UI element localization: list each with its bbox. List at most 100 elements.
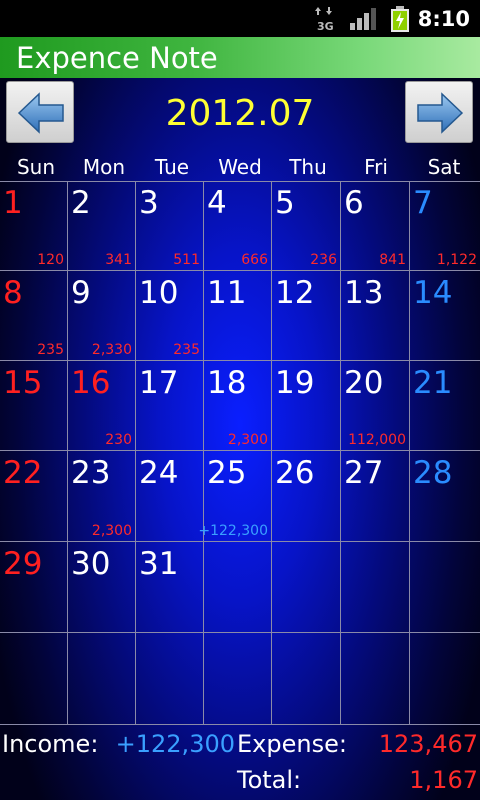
battery-charging-icon bbox=[391, 6, 409, 32]
calendar-day-cell[interactable]: 23 2,300 bbox=[68, 451, 136, 542]
day-number: 13 bbox=[344, 275, 384, 311]
calendar-day-cell[interactable] bbox=[272, 633, 341, 725]
calendar-day-cell[interactable] bbox=[410, 633, 480, 725]
status-time: 8:10 bbox=[417, 7, 470, 31]
day-number: 24 bbox=[139, 455, 179, 491]
calendar-day-cell[interactable] bbox=[68, 633, 136, 725]
calendar-day-cell[interactable]: 21 bbox=[410, 361, 480, 451]
calendar-day-cell[interactable]: 17 bbox=[136, 361, 204, 451]
day-number: 7 bbox=[413, 185, 433, 221]
calendar-day-cell[interactable]: 25 +122,300 bbox=[198, 451, 272, 542]
calendar-day-cell[interactable]: 6 841 bbox=[341, 181, 410, 271]
day-expense-amount: 666 bbox=[241, 252, 268, 268]
svg-text:3G: 3G bbox=[317, 20, 334, 32]
calendar-day-cell[interactable]: 11 bbox=[204, 271, 272, 361]
day-number: 1 bbox=[3, 185, 23, 221]
day-number: 16 bbox=[71, 365, 111, 401]
day-income-amount: +122,300 bbox=[198, 523, 268, 539]
calendar-day-cell[interactable]: 7 1,122 bbox=[410, 181, 480, 271]
current-month: 2012.07 bbox=[165, 93, 315, 134]
day-number: 10 bbox=[139, 275, 179, 311]
day-number: 9 bbox=[71, 275, 91, 311]
day-number: 23 bbox=[71, 455, 111, 491]
calendar-day-cell[interactable] bbox=[204, 633, 272, 725]
day-expense-amount: 1,122 bbox=[436, 252, 477, 268]
total-value: 1,167 bbox=[409, 766, 478, 794]
day-number: 2 bbox=[71, 185, 91, 221]
day-expense-amount: 235 bbox=[37, 342, 64, 358]
calendar-day-cell[interactable]: 31 bbox=[136, 542, 204, 633]
weekday-label: Sat bbox=[427, 155, 461, 179]
calendar-day-cell[interactable]: 29 bbox=[0, 542, 68, 633]
day-number: 27 bbox=[344, 455, 384, 491]
day-number: 14 bbox=[413, 275, 453, 311]
calendar-day-cell[interactable]: 26 bbox=[272, 451, 341, 542]
calendar-day-cell[interactable]: 19 bbox=[272, 361, 341, 451]
calendar-day-cell[interactable]: 16 230 bbox=[68, 361, 136, 451]
calendar-day-cell[interactable]: 30 bbox=[68, 542, 136, 633]
calendar-day-cell[interactable] bbox=[341, 633, 410, 725]
app-title: Expence Note bbox=[16, 41, 218, 75]
expense-label: Expense: bbox=[237, 730, 347, 758]
calendar-day-cell[interactable]: 14 bbox=[410, 271, 480, 361]
calendar-day-cell[interactable] bbox=[272, 542, 341, 633]
day-expense-amount: 2,300 bbox=[91, 523, 132, 539]
calendar-day-cell[interactable]: 3 511 bbox=[136, 181, 204, 271]
calendar-day-cell[interactable]: 24 bbox=[136, 451, 204, 542]
day-expense-amount: 236 bbox=[310, 252, 337, 268]
calendar-day-cell[interactable] bbox=[136, 633, 204, 725]
day-expense-amount: 511 bbox=[173, 252, 200, 268]
day-number: 19 bbox=[275, 365, 315, 401]
day-expense-amount: 230 bbox=[105, 432, 132, 448]
calendar-day-cell[interactable]: 15 bbox=[0, 361, 68, 451]
day-expense-amount: 120 bbox=[37, 252, 64, 268]
day-number: 30 bbox=[71, 546, 111, 582]
calendar-day-cell[interactable]: 9 2,330 bbox=[68, 271, 136, 361]
calendar-day-cell[interactable]: 10 235 bbox=[136, 271, 204, 361]
day-number: 12 bbox=[275, 275, 315, 311]
calendar-day-cell[interactable] bbox=[410, 542, 480, 633]
day-number: 6 bbox=[344, 185, 364, 221]
calendar-day-cell[interactable]: 28 bbox=[410, 451, 480, 542]
income-label: Income: bbox=[2, 730, 99, 758]
weekday-label: Tue bbox=[154, 155, 190, 179]
day-number: 28 bbox=[413, 455, 453, 491]
calendar-day-cell[interactable]: 22 bbox=[0, 451, 68, 542]
day-number: 21 bbox=[413, 365, 453, 401]
day-number: 25 bbox=[207, 455, 247, 491]
total-label: Total: bbox=[237, 766, 302, 794]
calendar-day-cell[interactable]: 2 341 bbox=[68, 181, 136, 271]
next-month-button[interactable] bbox=[405, 81, 473, 143]
app-title-bar: Expence Note bbox=[0, 37, 480, 78]
calendar-day-cell[interactable] bbox=[204, 542, 272, 633]
calendar-day-cell[interactable]: 18 2,300 bbox=[204, 361, 272, 451]
calendar-day-cell[interactable]: 4 666 bbox=[204, 181, 272, 271]
day-expense-amount: 841 bbox=[379, 252, 406, 268]
summary-panel: Income: +122,300 Expense: 123,467 Total:… bbox=[0, 725, 480, 800]
calendar-day-cell[interactable]: 20 112,000 bbox=[341, 361, 410, 451]
day-number: 4 bbox=[207, 185, 227, 221]
calendar-day-cell[interactable]: 5 236 bbox=[272, 181, 341, 271]
calendar-day-cell[interactable]: 27 bbox=[341, 451, 410, 542]
calendar-grid: 1 120 2 341 3 511 4 666 5 236 6 841 7 1,122 8 235 9 2,330… bbox=[0, 181, 480, 725]
calendar-day-cell[interactable] bbox=[0, 633, 68, 725]
calendar-day-cell[interactable]: 12 bbox=[272, 271, 341, 361]
day-number: 8 bbox=[3, 275, 23, 311]
day-expense-amount: 235 bbox=[173, 342, 200, 358]
calendar-day-cell[interactable] bbox=[341, 542, 410, 633]
status-bar: 3G 8:10 bbox=[0, 0, 480, 37]
previous-month-button[interactable] bbox=[6, 81, 74, 143]
signal-strength-icon bbox=[350, 8, 376, 30]
calendar-day-cell[interactable]: 8 235 bbox=[0, 271, 68, 361]
day-number: 17 bbox=[139, 365, 179, 401]
income-value: +122,300 bbox=[115, 730, 235, 758]
day-number: 5 bbox=[275, 185, 295, 221]
weekday-label: Thu bbox=[289, 155, 327, 179]
calendar-day-cell[interactable]: 13 bbox=[341, 271, 410, 361]
weekday-header: Sun Mon Tue Wed Thu Fri Sat bbox=[0, 154, 480, 181]
day-number: 26 bbox=[275, 455, 315, 491]
arrow-left-icon bbox=[17, 92, 64, 134]
day-number: 22 bbox=[3, 455, 43, 491]
calendar-day-cell[interactable]: 1 120 bbox=[0, 181, 68, 271]
weekday-label: Wed bbox=[218, 155, 262, 179]
